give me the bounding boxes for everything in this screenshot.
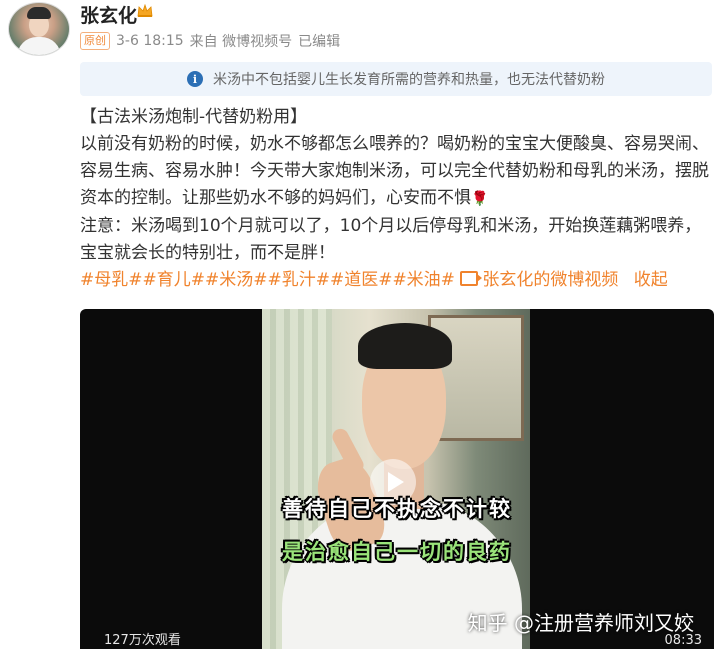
avatar-hair bbox=[27, 7, 51, 19]
person-hair bbox=[358, 323, 452, 369]
edited-label[interactable]: 已编辑 bbox=[298, 31, 340, 51]
notice-banner: i 米汤中不包括婴儿生长发育所需的营养和热量，也无法代替奶粉 bbox=[80, 62, 712, 96]
video-duration: 08:33 bbox=[664, 633, 702, 648]
crown-icon bbox=[137, 4, 153, 17]
post-source[interactable]: 来自 微博视频号 bbox=[190, 31, 292, 51]
video-link[interactable]: 张玄化的微博视频 bbox=[482, 270, 618, 290]
view-count: 127万次观看 bbox=[104, 633, 181, 648]
post-meta: 原创 3-6 18:15 来自 微博视频号 已编辑 bbox=[80, 31, 340, 51]
post-paragraph-1: 以前没有奶粉的时候，奶水不够都怎么喂养的？喝奶粉的宝宝大便酸臭、容易哭闹、容易生… bbox=[80, 131, 716, 213]
post-paragraph-2: 注意：米汤喝到10个月就可以了，10个月以后停母乳和米汤，开始换莲藕粥喂养，宝宝… bbox=[80, 216, 702, 263]
post-title: 【古法米汤炮制-代替奶粉用】 bbox=[80, 107, 308, 127]
info-icon: i bbox=[187, 71, 203, 87]
post-paragraph-1-text: 以前没有奶粉的时候，奶水不够都怎么喂养的？喝奶粉的宝宝大便酸臭、容易哭闹、容易生… bbox=[80, 134, 709, 208]
rose-icon: 🌹 bbox=[471, 191, 489, 207]
original-badge: 原创 bbox=[80, 32, 110, 50]
hashtags[interactable]: #母乳##育儿##米汤##乳汁##道医##米油# bbox=[80, 270, 455, 290]
video-player[interactable]: 善待自己不执念不计较 是治愈自己一切的良药 知乎 @注册营养师刘又姣 127万次… bbox=[80, 309, 714, 649]
video-subtitle-2: 是治愈自己一切的良药 bbox=[282, 539, 512, 564]
post-tags-line: #母乳##育儿##米汤##乳汁##道医##米油# 张玄化的微博视频 收起 bbox=[80, 267, 716, 294]
post-body: 【古法米汤炮制-代替奶粉用】 以前没有奶粉的时候，奶水不够都怎么喂养的？喝奶粉的… bbox=[80, 104, 716, 294]
video-subtitle-1: 善待自己不执念不计较 bbox=[282, 496, 512, 521]
watermark: 知乎 @注册营养师刘又姣 bbox=[467, 611, 694, 635]
author-avatar[interactable] bbox=[8, 2, 70, 56]
video-link-icon bbox=[460, 271, 483, 286]
avatar-shirt bbox=[17, 37, 61, 55]
post-date: 3-6 18:15 bbox=[116, 33, 184, 49]
notice-text: 米汤中不包括婴儿生长发育所需的营养和热量，也无法代替奶粉 bbox=[213, 72, 605, 88]
collapse-link[interactable]: 收起 bbox=[634, 270, 668, 290]
author-name[interactable]: 张玄化 bbox=[80, 1, 137, 28]
